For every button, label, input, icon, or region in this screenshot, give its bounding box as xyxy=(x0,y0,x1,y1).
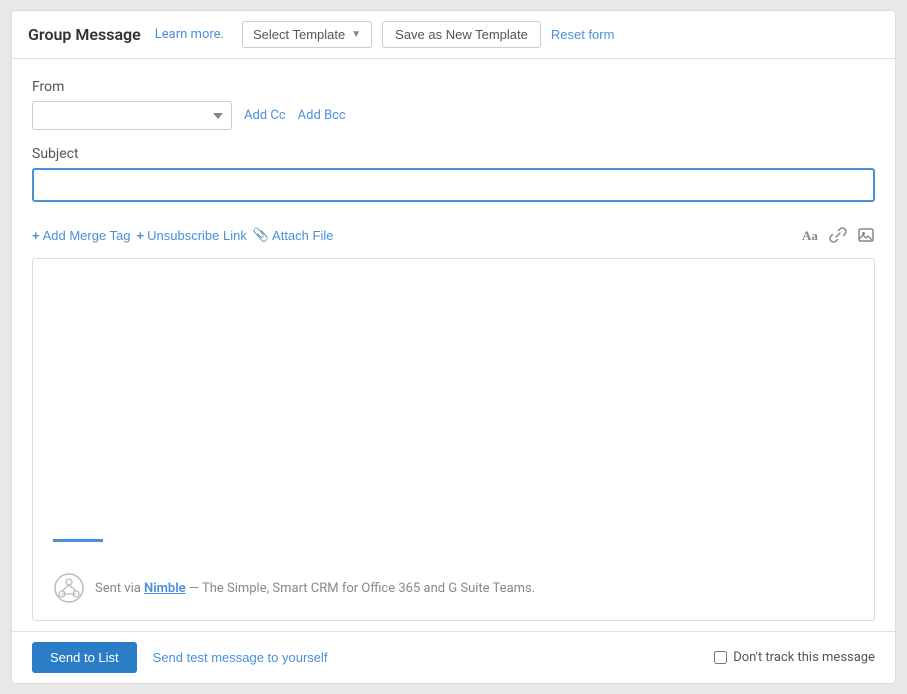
nimble-footer-text: Sent via Nimble — The Simple, Smart CRM … xyxy=(95,581,535,596)
nimble-footer: Sent via Nimble — The Simple, Smart CRM … xyxy=(33,562,874,620)
subject-section: Subject xyxy=(32,146,875,202)
plus-icon: + xyxy=(32,228,40,243)
attach-file-label: Attach File xyxy=(272,228,333,243)
select-template-label: Select Template xyxy=(253,27,345,42)
page-title: Group Message xyxy=(28,25,141,44)
reset-form-button[interactable]: Reset form xyxy=(551,27,615,42)
nimble-sent-via: Sent via xyxy=(95,581,144,596)
image-icon[interactable] xyxy=(857,226,875,244)
format-icons: Aa xyxy=(801,226,875,244)
unsubscribe-link-label: Unsubscribe Link xyxy=(147,228,247,243)
chevron-down-icon: ▼ xyxy=(351,29,361,40)
plus-icon-2: + xyxy=(137,228,145,243)
svg-text:Aa: Aa xyxy=(802,228,818,243)
link-icon[interactable] xyxy=(829,226,847,244)
header: Group Message Learn more. Select Templat… xyxy=(12,11,895,59)
compose-toolbar: + Add Merge Tag + Unsubscribe Link 📎 Att… xyxy=(32,218,875,252)
learn-more-link[interactable]: Learn more. xyxy=(155,27,224,42)
from-section: From Add Cc Add Bcc xyxy=(32,79,875,130)
unsubscribe-link-button[interactable]: + Unsubscribe Link xyxy=(137,228,247,243)
from-row: Add Cc Add Bcc xyxy=(32,101,875,130)
nimble-brand-link[interactable]: Nimble xyxy=(144,581,186,596)
dont-track-checkbox[interactable] xyxy=(714,651,727,664)
body-content: From Add Cc Add Bcc Subject + Add Merge … xyxy=(12,59,895,631)
add-bcc-link[interactable]: Add Bcc xyxy=(298,108,346,123)
from-select[interactable] xyxy=(32,101,232,130)
add-merge-tag-label: Add Merge Tag xyxy=(43,228,131,243)
add-merge-tag-button[interactable]: + Add Merge Tag xyxy=(32,228,131,243)
send-to-list-button[interactable]: Send to List xyxy=(32,642,137,673)
format-text-icon[interactable]: Aa xyxy=(801,226,819,244)
paperclip-icon: 📎 xyxy=(253,227,269,243)
footer-bar: Send to List Send test message to yourse… xyxy=(12,631,895,683)
main-container: Group Message Learn more. Select Templat… xyxy=(11,10,896,684)
compose-area[interactable]: Sent via Nimble — The Simple, Smart CRM … xyxy=(32,258,875,621)
dont-track-section: Don't track this message xyxy=(714,650,875,665)
from-label: From xyxy=(32,79,875,95)
subject-label: Subject xyxy=(32,146,875,162)
select-template-button[interactable]: Select Template ▼ xyxy=(242,21,372,48)
nimble-logo-icon xyxy=(53,572,85,604)
subject-input[interactable] xyxy=(32,168,875,202)
nimble-rest-text: — The Simple, Smart CRM for Office 365 a… xyxy=(186,581,536,596)
add-cc-link[interactable]: Add Cc xyxy=(244,108,286,123)
compose-inner xyxy=(33,259,874,499)
divider-line xyxy=(53,539,103,542)
dont-track-label: Don't track this message xyxy=(733,650,875,665)
save-template-button[interactable]: Save as New Template xyxy=(382,21,541,48)
attach-file-button[interactable]: 📎 Attach File xyxy=(253,227,334,243)
send-test-button[interactable]: Send test message to yourself xyxy=(153,650,328,665)
